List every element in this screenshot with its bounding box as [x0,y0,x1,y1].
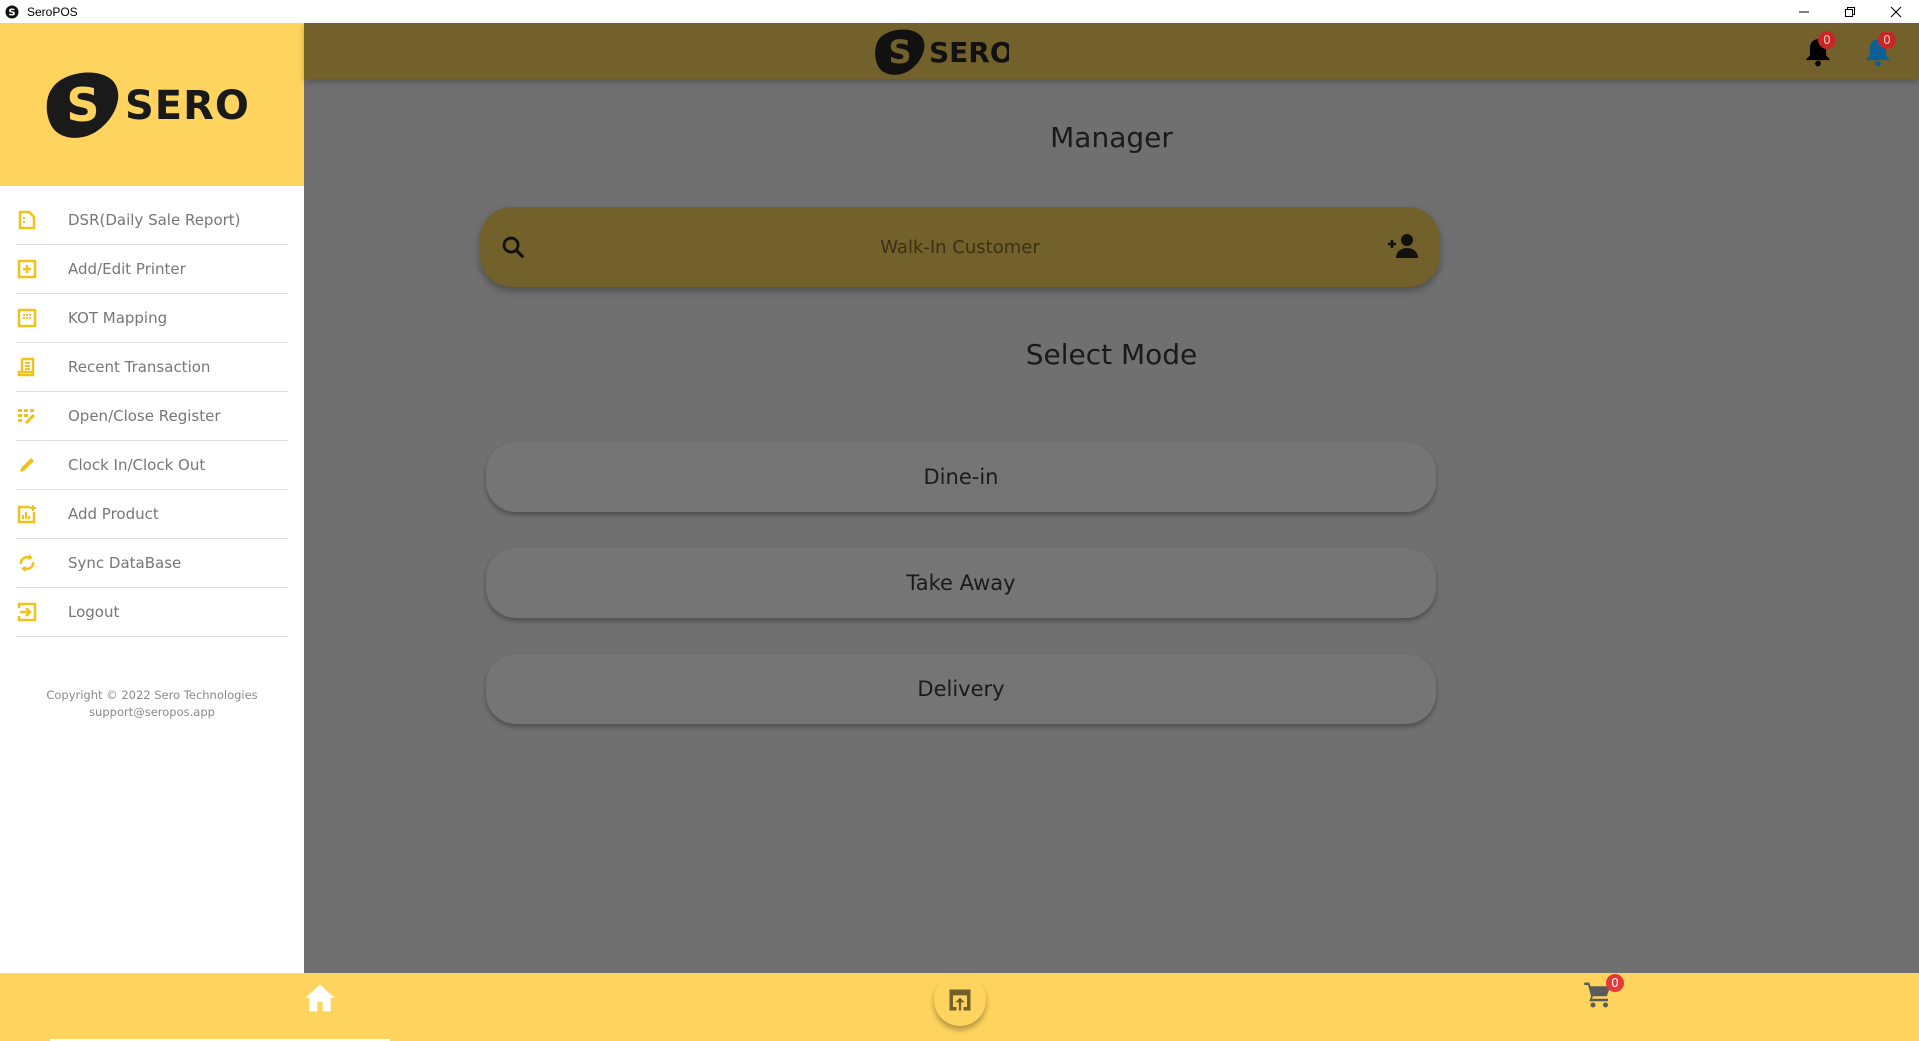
sync-icon [16,552,38,574]
sidebar-item-label: Add Product [68,505,159,523]
add-customer-icon[interactable] [1386,232,1420,260]
notifications-button[interactable]: 0 [1804,31,1836,69]
sidebar-item-label: KOT Mapping [68,309,168,327]
copyright-text: Copyright © 2022 Sero Technologies [46,688,258,702]
app-logo-icon: S [5,5,19,18]
open-orders-button[interactable] [934,974,986,1026]
sidebar-item-clock-in-out[interactable]: Clock In/Clock Out [16,441,288,490]
app-header: S SERO 0 0 [304,23,1919,79]
svg-text:SERO: SERO [125,83,250,129]
sidebar-logo: S SERO [0,23,304,186]
sidebar-item-sync-database[interactable]: Sync DataBase [16,539,288,588]
role-title: Manager [1050,121,1173,154]
sidebar-item-open-close-register[interactable]: Open/Close Register [16,392,288,441]
sidebar-item-label: Recent Transaction [68,358,211,376]
report-icon [16,209,38,231]
window-title: SeroPOS [27,4,78,19]
add-box-icon [16,258,38,280]
sidebar-item-label: DSR(Daily Sale Report) [68,211,241,229]
restore-icon [1845,6,1855,17]
grid-icon [16,307,38,329]
sero-logo-icon: S SERO [46,71,250,138]
open-in-browser-icon [949,989,971,1011]
sidebar-item-add-edit-printer[interactable]: Add/Edit Printer [16,245,288,294]
select-mode-title: Select Mode [1025,338,1198,371]
sidebar-menu: DSR(Daily Sale Report) Add/Edit Printer … [0,186,304,637]
sidebar-item-label: Sync DataBase [68,554,182,572]
window-titlebar: S SeroPOS [0,0,1919,23]
alerts-badge: 0 [1878,31,1896,49]
customer-search-bar [480,207,1440,287]
close-button[interactable] [1873,0,1919,23]
sidebar-item-recent-transaction[interactable]: Recent Transaction [16,343,288,392]
sidebar-item-label: Logout [68,603,120,621]
dine-in-button[interactable]: Dine-in [486,442,1436,512]
register-icon [16,405,38,427]
close-icon [1890,6,1902,17]
svg-text:S: S [8,7,15,18]
header-logo-icon: S SERO [875,29,1009,75]
svg-text:S: S [66,78,99,132]
sidebar-item-label: Clock In/Clock Out [68,456,206,474]
add-chart-icon [16,503,38,525]
svg-text:SERO: SERO [929,36,1009,69]
home-icon[interactable] [304,983,336,1013]
cart-button[interactable]: 0 [1582,974,1624,1014]
receipt-icon [16,356,38,378]
sidebar-item-kot-mapping[interactable]: KOT Mapping [16,294,288,343]
copyright-block: Copyright © 2022 Sero Technologies suppo… [0,687,304,721]
take-away-button[interactable]: Take Away [486,548,1436,618]
cart-count-badge: 0 [1606,974,1624,992]
support-email: support@seropos.app [89,705,215,719]
minimize-icon [1799,11,1809,12]
bottom-nav: 0 [0,973,1919,1041]
alerts-button[interactable]: 0 [1864,31,1896,69]
restore-button[interactable] [1827,0,1873,23]
sidebar-item-label: Add/Edit Printer [68,260,186,278]
sidebar-item-add-product[interactable]: Add Product [16,490,288,539]
delivery-button[interactable]: Delivery [486,654,1436,724]
pencil-icon [16,454,38,476]
sidebar-item-logout[interactable]: Logout [16,588,288,637]
svg-text:S: S [888,33,911,71]
sidebar: S SERO DSR(Daily Sale Report) Add/Edit P… [0,23,304,973]
notifications-badge: 0 [1818,31,1836,49]
search-icon[interactable] [500,234,528,262]
sidebar-item-label: Open/Close Register [68,407,221,425]
customer-search-input[interactable] [550,227,1370,267]
main-content: S SERO 0 0 Manager Select Mode Dine-in T… [304,23,1919,973]
sidebar-item-dsr[interactable]: DSR(Daily Sale Report) [16,196,288,245]
minimize-button[interactable] [1781,0,1827,23]
logout-icon [16,601,38,623]
